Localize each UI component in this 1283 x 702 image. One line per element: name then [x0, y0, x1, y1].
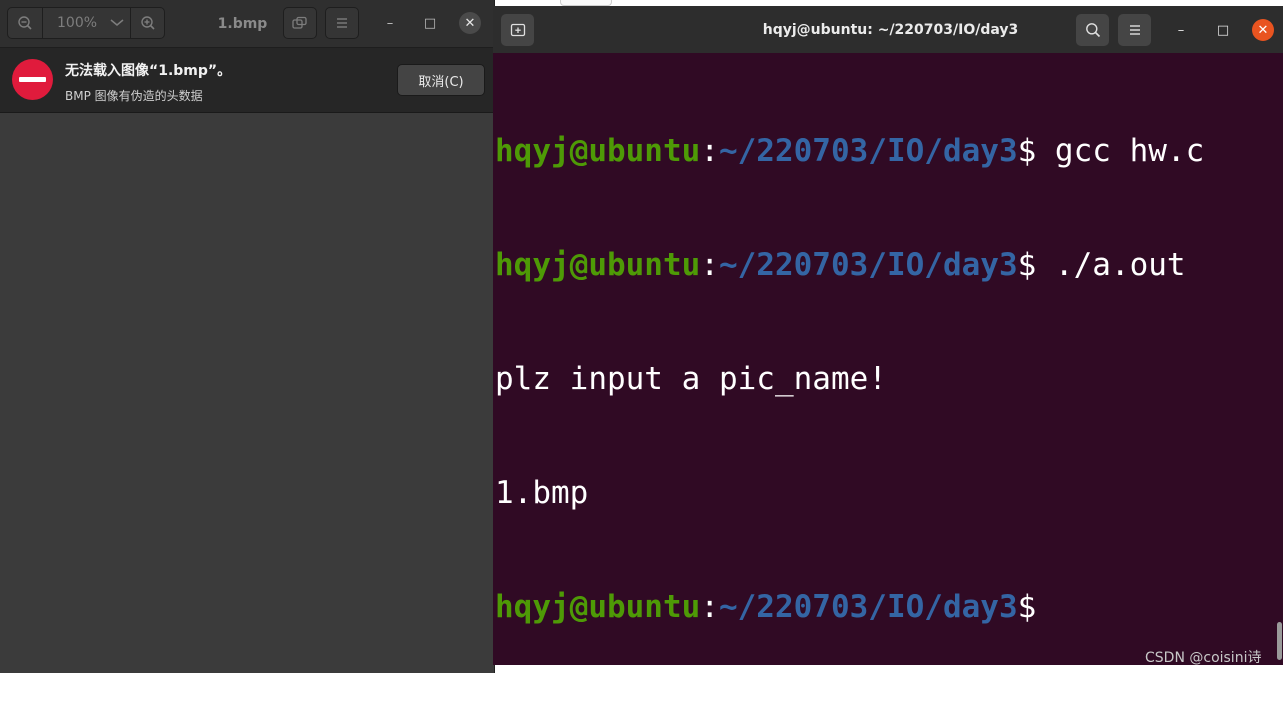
- error-icon: [12, 59, 53, 100]
- prompt-colon: :: [700, 133, 719, 169]
- command-text: $ ./a.out: [1017, 247, 1186, 283]
- new-tab-icon: [510, 23, 525, 37]
- search-icon: [1085, 23, 1100, 38]
- hamburger-menu-icon: [337, 18, 347, 28]
- prompt-colon: :: [700, 247, 719, 283]
- prompt-path: ~/220703/IO/day3: [718, 589, 1018, 625]
- prompt-path: ~/220703/IO/day3: [718, 247, 1018, 283]
- zoom-level-value: 100%: [57, 15, 98, 31]
- maximize-button[interactable]: □: [419, 12, 441, 34]
- zoom-in-button[interactable]: [131, 8, 164, 38]
- terminal-maximize-button[interactable]: □: [1212, 19, 1234, 41]
- command-text: $: [1017, 589, 1037, 625]
- viewer-title: 1.bmp: [217, 15, 268, 32]
- terminal-close-button[interactable]: ✕: [1252, 19, 1274, 41]
- terminal-line: plz input a pic_name!: [495, 360, 1275, 398]
- viewer-header-bar: 100% 1.bmp – □ ✕: [0, 0, 494, 48]
- prompt-user: hqyj@ubuntu: [495, 247, 701, 283]
- hamburger-menu-icon: [1129, 25, 1140, 35]
- prompt-user: hqyj@ubuntu: [495, 589, 701, 625]
- zoom-level-dropdown[interactable]: 100%: [43, 8, 131, 38]
- terminal-window: hqyj@ubuntu: ~/220703/IO/day3 – □ ✕ hqyj…: [493, 6, 1283, 665]
- new-tab-button[interactable]: [501, 14, 534, 46]
- command-text: $ gcc hw.c: [1017, 133, 1205, 169]
- prompt-path: ~/220703/IO/day3: [718, 133, 1018, 169]
- output-text: plz input a pic_name!: [495, 361, 887, 397]
- terminal-title: hqyj@ubuntu: ~/220703/IO/day3: [762, 21, 1019, 38]
- terminal-line: hqyj@ubuntu:~/220703/IO/day3$ gcc hw.c: [495, 132, 1275, 170]
- prompt-user: hqyj@ubuntu: [495, 133, 701, 169]
- error-title: 无法载入图像“1.bmp”。: [65, 63, 232, 79]
- zoom-out-button[interactable]: [8, 8, 43, 38]
- zoom-controls: 100%: [7, 7, 165, 39]
- windows-icon: [292, 16, 307, 29]
- minimize-button[interactable]: –: [379, 12, 401, 34]
- fullscreen-button[interactable]: [283, 7, 317, 39]
- image-viewer-window: 100% 1.bmp – □ ✕ 无法载入图像“1.bmp”。 BMP 图像有伪…: [0, 0, 495, 673]
- terminal-header-bar: hqyj@ubuntu: ~/220703/IO/day3 – □ ✕: [493, 6, 1283, 53]
- terminal-menu-button[interactable]: [1118, 14, 1151, 46]
- chevron-down-icon: [110, 19, 124, 26]
- terminal-line: 1.bmp: [495, 474, 1275, 512]
- prompt-colon: :: [700, 589, 719, 625]
- output-text: 1.bmp: [495, 475, 589, 511]
- watermark-text: CSDN @coisini诗: [1145, 650, 1262, 666]
- terminal-output[interactable]: hqyj@ubuntu:~/220703/IO/day3$ gcc hw.c h…: [495, 56, 1275, 656]
- cancel-button[interactable]: 取消(C): [397, 64, 485, 96]
- close-button[interactable]: ✕: [459, 12, 481, 34]
- error-infobar: 无法载入图像“1.bmp”。 BMP 图像有伪造的头数据 取消(C): [0, 48, 494, 113]
- zoom-out-icon: [18, 16, 32, 30]
- error-message: BMP 图像有伪造的头数据: [65, 89, 203, 103]
- terminal-line: hqyj@ubuntu:~/220703/IO/day3$ ./a.out: [495, 246, 1275, 284]
- main-menu-button[interactable]: [325, 7, 359, 39]
- search-button[interactable]: [1076, 14, 1109, 46]
- terminal-line: hqyj@ubuntu:~/220703/IO/day3$: [495, 588, 1275, 626]
- terminal-minimize-button[interactable]: –: [1170, 19, 1192, 41]
- zoom-in-icon: [140, 16, 155, 30]
- terminal-scrollbar[interactable]: [1277, 622, 1282, 660]
